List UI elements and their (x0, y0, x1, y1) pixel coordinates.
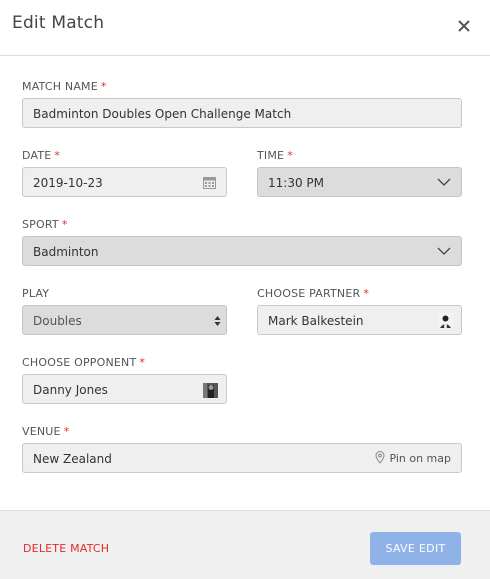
play-label: PLAY (22, 287, 50, 300)
map-pin-icon (375, 451, 385, 464)
partner-input[interactable]: Mark Balkestein (257, 305, 462, 335)
play-select[interactable]: Doubles (22, 305, 227, 335)
date-value: 2019-10-23 (33, 176, 103, 190)
sport-value: Badminton (33, 245, 99, 259)
calendar-icon[interactable] (203, 176, 216, 192)
venue-label: VENUE * (22, 425, 70, 438)
required-marker: * (54, 149, 61, 162)
sport-label: SPORT * (22, 218, 68, 231)
opponent-label: CHOOSE OPPONENT * (22, 356, 146, 369)
required-marker: * (63, 425, 70, 438)
date-input[interactable]: 2019-10-23 (22, 167, 227, 197)
edit-match-modal: Edit Match MATCH NAME * Badminton Doubles… (0, 0, 490, 579)
close-icon[interactable] (456, 18, 472, 34)
opponent-avatar (203, 383, 218, 398)
partner-avatar (438, 313, 453, 328)
opponent-value: Danny Jones (33, 383, 108, 397)
required-marker: * (287, 149, 293, 162)
partner-label: CHOOSE PARTNER * (257, 287, 370, 300)
date-label: DATE * (22, 149, 61, 162)
required-marker: * (139, 356, 146, 369)
match-name-label: MATCH NAME * (22, 80, 107, 93)
updown-icon (214, 316, 221, 326)
delete-match-button[interactable]: DELETE MATCH (23, 542, 109, 555)
modal-footer: DELETE MATCH SAVE EDIT (0, 510, 490, 579)
required-marker: * (61, 218, 68, 231)
chevron-down-icon (437, 178, 451, 186)
chevron-down-icon (437, 247, 451, 255)
modal-header: Edit Match (0, 0, 490, 56)
pin-on-map-label: Pin on map (389, 452, 451, 465)
match-name-value: Badminton Doubles Open Challenge Match (33, 107, 292, 121)
time-label: TIME * (257, 149, 293, 162)
opponent-input[interactable]: Danny Jones (22, 374, 227, 404)
partner-value: Mark Balkestein (268, 314, 364, 328)
sport-select[interactable]: Badminton (22, 236, 462, 266)
required-marker: * (363, 287, 370, 300)
modal-title: Edit Match (12, 13, 105, 33)
required-marker: * (100, 80, 107, 93)
pin-on-map-button[interactable]: Pin on map (375, 451, 451, 465)
save-edit-button[interactable]: SAVE EDIT (370, 532, 461, 565)
time-value: 11:30 PM (268, 176, 324, 190)
venue-value: New Zealand (33, 452, 112, 466)
match-name-input[interactable]: Badminton Doubles Open Challenge Match (22, 98, 462, 128)
play-value: Doubles (33, 314, 82, 328)
venue-input[interactable]: New Zealand Pin on map (22, 443, 462, 473)
time-select[interactable]: 11:30 PM (257, 167, 462, 197)
